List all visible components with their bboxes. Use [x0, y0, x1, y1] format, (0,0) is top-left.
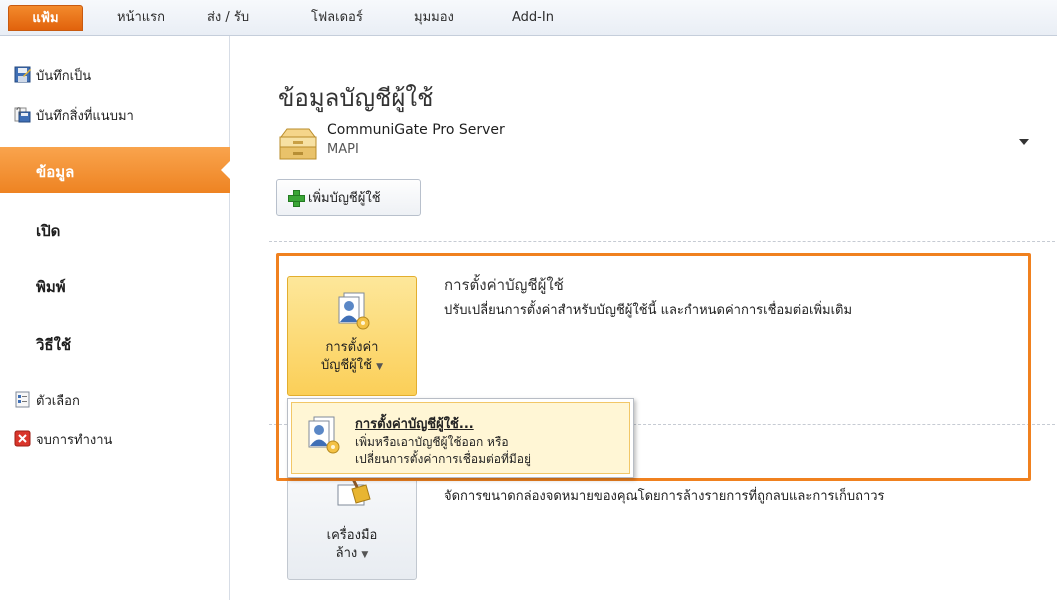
nav-item-print[interactable]: พิมพ์	[36, 275, 66, 299]
add-account-label: เพิ่มบัญชีผู้ใช้	[308, 191, 381, 206]
plus-icon	[287, 189, 305, 207]
account-type: MAPI	[327, 142, 359, 157]
mailbox-icon	[279, 128, 317, 160]
save-as-icon	[14, 66, 31, 83]
save-attachments-command[interactable]: บันทึกสิ่งที่แนบมา	[14, 105, 134, 125]
nav-item-open[interactable]: เปิด	[36, 219, 60, 243]
account-settings-icon	[308, 416, 340, 454]
exit-label: จบการทำงาน	[36, 432, 113, 448]
dropdown-arrow-icon: ▼	[361, 550, 369, 560]
section-divider	[269, 241, 1055, 242]
nav-item-help[interactable]: วิธีใช้	[36, 333, 71, 357]
menu-item-description: เพิ่มหรือเอาบัญชีผู้ใช้ออก หรือ เปลี่ยนก…	[355, 434, 531, 468]
exit-command[interactable]: จบการทำงาน	[14, 429, 113, 449]
chevron-down-icon[interactable]	[1019, 139, 1029, 145]
cleanup-line2: ล้าง	[335, 546, 358, 561]
tab-file[interactable]: แฟ้ม	[8, 5, 83, 31]
save-as-label: บันทึกเป็น	[36, 68, 92, 84]
ribbon-tab-bar: แฟ้ม หน้าแรก ส่ง / รับ โฟลเดอร์ มุมมอง A…	[0, 0, 1057, 36]
menu-item-title: การตั้งค่าบัญชีผู้ใช้...	[355, 417, 474, 432]
nav-item-info-label: ข้อมูล	[36, 163, 75, 181]
tab-send-receive[interactable]: ส่ง / รับ	[207, 9, 249, 27]
cleanup-line2-wrap: ล้าง ▼	[288, 545, 416, 564]
tab-folder[interactable]: โฟลเดอร์	[311, 9, 363, 27]
save-attachments-label: บันทึกสิ่งที่แนบมา	[36, 108, 134, 124]
menu-item-description-line1: เพิ่มหรือเอาบัญชีผู้ใช้ออก หรือ	[355, 435, 509, 449]
tab-add-in[interactable]: Add-In	[512, 9, 554, 27]
account-name: CommuniGate Pro Server	[327, 122, 505, 138]
save-attachments-icon	[14, 107, 31, 123]
tab-home[interactable]: หน้าแรก	[117, 9, 165, 27]
options-label: ตัวเลือก	[36, 393, 80, 409]
cleanup-description: จัดการขนาดกล่องจดหมายของคุณโดยการล้างราย…	[444, 489, 885, 504]
options-icon	[15, 391, 30, 408]
nav-item-info[interactable]: ข้อมูล	[0, 147, 231, 193]
menu-item-description-line2: เปลี่ยนการตั้งค่าการเชื่อมต่อที่มีอยู่	[355, 452, 532, 466]
account-info-panel: ข้อมูลบัญชีผู้ใช้ CommuniGate Pro Server…	[231, 36, 1057, 600]
account-settings-dropdown: การตั้งค่าบัญชีผู้ใช้... เพิ่มหรือเอาบัญ…	[287, 398, 634, 478]
page-title: ข้อมูลบัญชีผู้ใช้	[278, 84, 434, 112]
account-selector[interactable]: CommuniGate Pro Server MAPI	[275, 120, 1031, 166]
cleanup-line1: เครื่องมือ	[326, 528, 378, 543]
options-command[interactable]: ตัวเลือก	[15, 390, 80, 410]
menu-item-account-settings[interactable]: การตั้งค่าบัญชีผู้ใช้... เพิ่มหรือเอาบัญ…	[291, 402, 630, 474]
tab-view[interactable]: มุมมอง	[414, 9, 454, 27]
save-as-command[interactable]: บันทึกเป็น	[14, 65, 92, 85]
backstage-sidebar: บันทึกเป็น บันทึกสิ่งที่แนบมา ข้อมูล เปิ…	[0, 36, 231, 600]
close-icon	[14, 430, 31, 447]
add-account-button[interactable]: เพิ่มบัญชีผู้ใช้	[276, 179, 421, 216]
